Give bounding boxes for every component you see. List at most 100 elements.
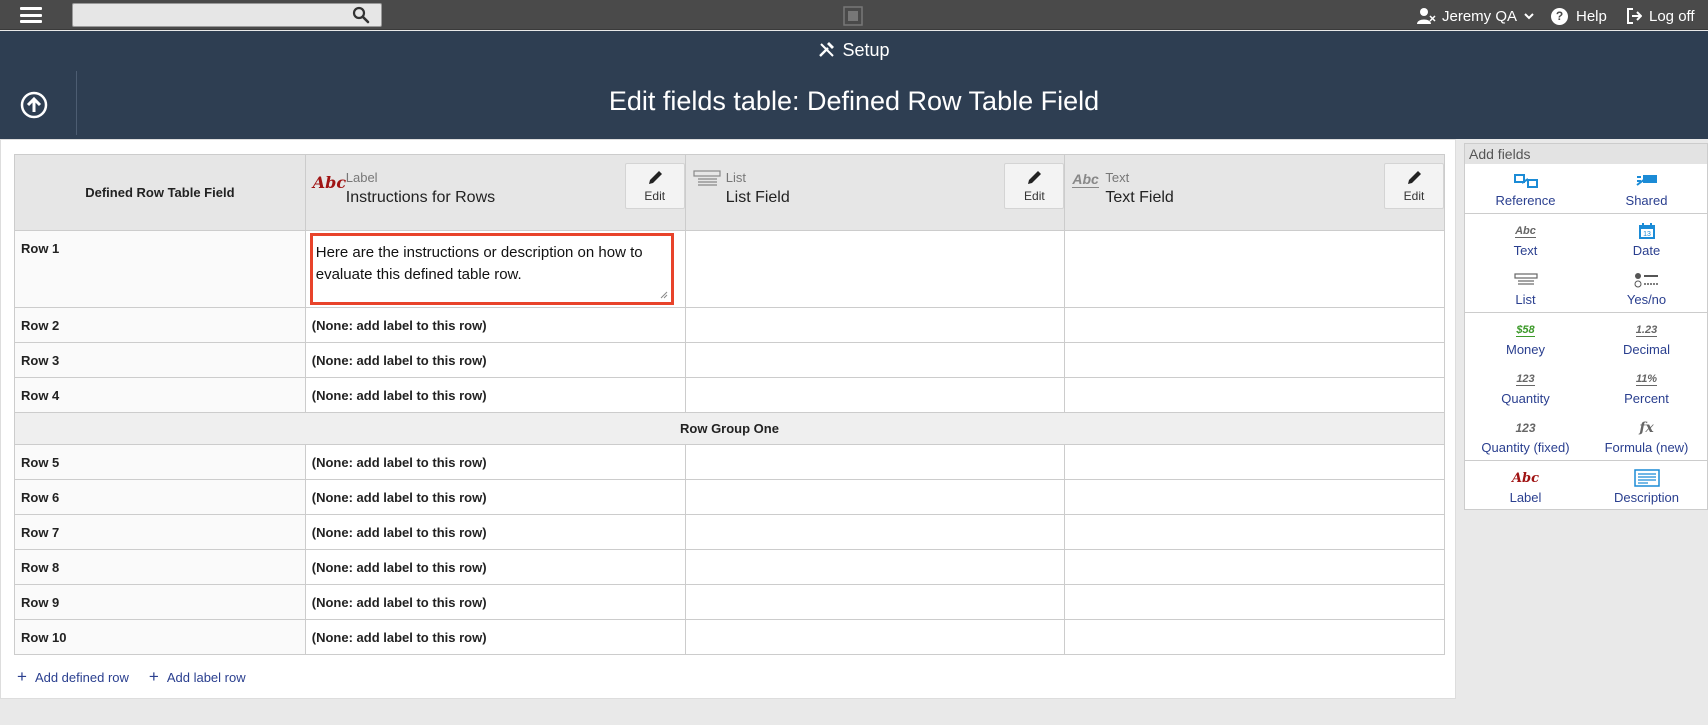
list-cell[interactable] xyxy=(684,377,1066,413)
column-header-text: Abc Text Text Field Edit xyxy=(1064,154,1445,231)
row-label-value[interactable]: (None: add label to this row) xyxy=(304,584,686,620)
row-label-value[interactable]: (None: add label to this row) xyxy=(304,514,686,550)
list-cell[interactable] xyxy=(684,584,1066,620)
row-label: Row 3 xyxy=(14,342,306,378)
row-label: Row 1 xyxy=(14,230,306,308)
add-row-links: + Add defined row + Add label row xyxy=(17,667,246,687)
column-type: Text xyxy=(1105,170,1130,185)
row-group-label[interactable]: Row Group One xyxy=(14,412,1445,445)
text-cell[interactable] xyxy=(1064,619,1445,655)
pencil-icon xyxy=(648,171,662,184)
row-group-header: Row Group One xyxy=(14,412,1445,445)
add-fields-title: Add fields xyxy=(1465,144,1707,164)
add-label-field-button[interactable]: Abc Label xyxy=(1465,461,1586,510)
add-date-field-button[interactable]: 13 Date xyxy=(1586,214,1707,263)
yes-no-icon xyxy=(1634,273,1658,288)
row-label-value[interactable]: (None: add label to this row) xyxy=(304,444,686,480)
add-description-field-button[interactable]: Description xyxy=(1586,461,1707,510)
list-cell[interactable] xyxy=(684,230,1066,308)
list-cell[interactable] xyxy=(684,307,1066,343)
percent-icon: 11% xyxy=(1635,372,1658,386)
edit-column-button[interactable]: Edit xyxy=(624,163,685,209)
add-shared-field-button[interactable]: Shared xyxy=(1586,164,1707,213)
quantity-fixed-icon: 123 xyxy=(1515,421,1536,435)
add-fields-group: $58 Money 1.23 Decimal 123 Quantity 11% … xyxy=(1465,313,1707,461)
list-cell[interactable] xyxy=(684,479,1066,515)
fields-table: Defined Row Table Field Abc Label Instru… xyxy=(14,154,1445,655)
add-formula-field-button[interactable]: fx Formula (new) xyxy=(1586,411,1707,460)
text-cell[interactable] xyxy=(1064,479,1445,515)
table-row: Row 3 (None: add label to this row) xyxy=(14,342,1445,378)
window-icon[interactable] xyxy=(843,6,863,26)
add-yes-no-field-button[interactable]: Yes/no xyxy=(1586,263,1707,312)
add-fields-group: Abc Text 13 Date List Yes/no xyxy=(1465,214,1707,313)
pencil-icon xyxy=(1028,171,1042,184)
text-cell[interactable] xyxy=(1064,377,1445,413)
column-name: List Field xyxy=(725,189,790,206)
list-cell[interactable] xyxy=(684,342,1066,378)
list-cell[interactable] xyxy=(684,444,1066,480)
list-cell[interactable] xyxy=(684,619,1066,655)
text-cell[interactable] xyxy=(1064,514,1445,550)
logoff-link[interactable]: Log off xyxy=(1626,6,1695,26)
add-quantity-field-button[interactable]: 123 Quantity xyxy=(1465,362,1586,411)
add-percent-field-button[interactable]: 11% Percent xyxy=(1586,362,1707,411)
add-fields-group: Abc Label Description xyxy=(1465,461,1707,510)
text-cell[interactable] xyxy=(1064,342,1445,378)
row-label: Row 4 xyxy=(14,377,306,413)
column-name: Instructions for Rows xyxy=(345,189,496,206)
page-title: Edit fields table: Defined Row Table Fie… xyxy=(608,86,1100,116)
reference-icon xyxy=(1513,174,1538,188)
edit-column-button[interactable]: Edit xyxy=(1384,163,1444,209)
hamburger-menu-icon[interactable] xyxy=(20,7,42,23)
add-quantity-fixed-field-button[interactable]: 123 Quantity (fixed) xyxy=(1465,411,1586,460)
add-label-row-link[interactable]: + Add label row xyxy=(149,667,246,687)
row-label-value[interactable]: (None: add label to this row) xyxy=(304,549,686,585)
edit-column-button[interactable]: Edit xyxy=(1004,163,1065,209)
add-money-field-button[interactable]: $58 Money xyxy=(1465,313,1586,362)
row-label-value[interactable]: (None: add label to this row) xyxy=(304,479,686,515)
add-text-field-button[interactable]: Abc Text xyxy=(1465,214,1586,263)
tools-icon xyxy=(819,42,835,57)
resize-handle-icon[interactable] xyxy=(658,289,668,299)
table-row: Row 1 Here are the instructions or descr… xyxy=(14,230,1445,308)
add-list-field-button[interactable]: List xyxy=(1465,263,1586,312)
table-row: Row 7 (None: add label to this row) xyxy=(14,514,1445,550)
add-defined-row-link[interactable]: + Add defined row xyxy=(17,667,129,687)
text-cell[interactable] xyxy=(1064,549,1445,585)
search-input[interactable] xyxy=(72,3,382,27)
logout-icon xyxy=(1627,8,1642,24)
row-label: Row 10 xyxy=(14,619,306,655)
column-header-label: Abc Label Instructions for Rows Edit xyxy=(304,154,686,231)
table-row: Row 9 (None: add label to this row) xyxy=(14,584,1445,620)
row-instructions-textarea[interactable]: Here are the instructions or description… xyxy=(309,233,674,305)
svg-text:13: 13 xyxy=(1643,231,1651,238)
text-cell[interactable] xyxy=(1064,584,1445,620)
add-reference-field-button[interactable]: Reference xyxy=(1465,164,1586,213)
table-row: Row 5 (None: add label to this row) xyxy=(14,444,1445,480)
search-icon[interactable] xyxy=(352,6,370,24)
text-cell[interactable] xyxy=(1064,444,1445,480)
user-name: Jeremy QA xyxy=(1442,7,1518,25)
row-label-value[interactable]: (None: add label to this row) xyxy=(304,377,686,413)
row-label: Row 5 xyxy=(14,444,306,480)
list-cell[interactable] xyxy=(684,514,1066,550)
row-label: Row 2 xyxy=(14,307,306,343)
help-link[interactable]: ? Help xyxy=(1551,6,1607,26)
text-cell[interactable] xyxy=(1064,307,1445,343)
row-label-value[interactable]: (None: add label to this row) xyxy=(304,619,686,655)
add-decimal-field-button[interactable]: 1.23 Decimal xyxy=(1586,313,1707,362)
shared-icon xyxy=(1635,175,1657,186)
money-icon: $58 xyxy=(1516,323,1535,337)
table-row: Row 6 (None: add label to this row) xyxy=(14,479,1445,515)
user-menu[interactable]: Jeremy QA xyxy=(1416,6,1541,26)
text-cell[interactable] xyxy=(1064,230,1445,308)
user-icon xyxy=(1417,8,1436,24)
row-label-value[interactable]: (None: add label to this row) xyxy=(304,342,686,378)
column-type: List xyxy=(725,170,746,185)
row-label-value[interactable]: (None: add label to this row) xyxy=(304,307,686,343)
list-cell[interactable] xyxy=(684,549,1066,585)
abc-label-icon: Abc xyxy=(1511,470,1540,486)
abc-text-icon: Abc xyxy=(1515,224,1536,238)
table-row: Row 2 (None: add label to this row) xyxy=(14,307,1445,343)
